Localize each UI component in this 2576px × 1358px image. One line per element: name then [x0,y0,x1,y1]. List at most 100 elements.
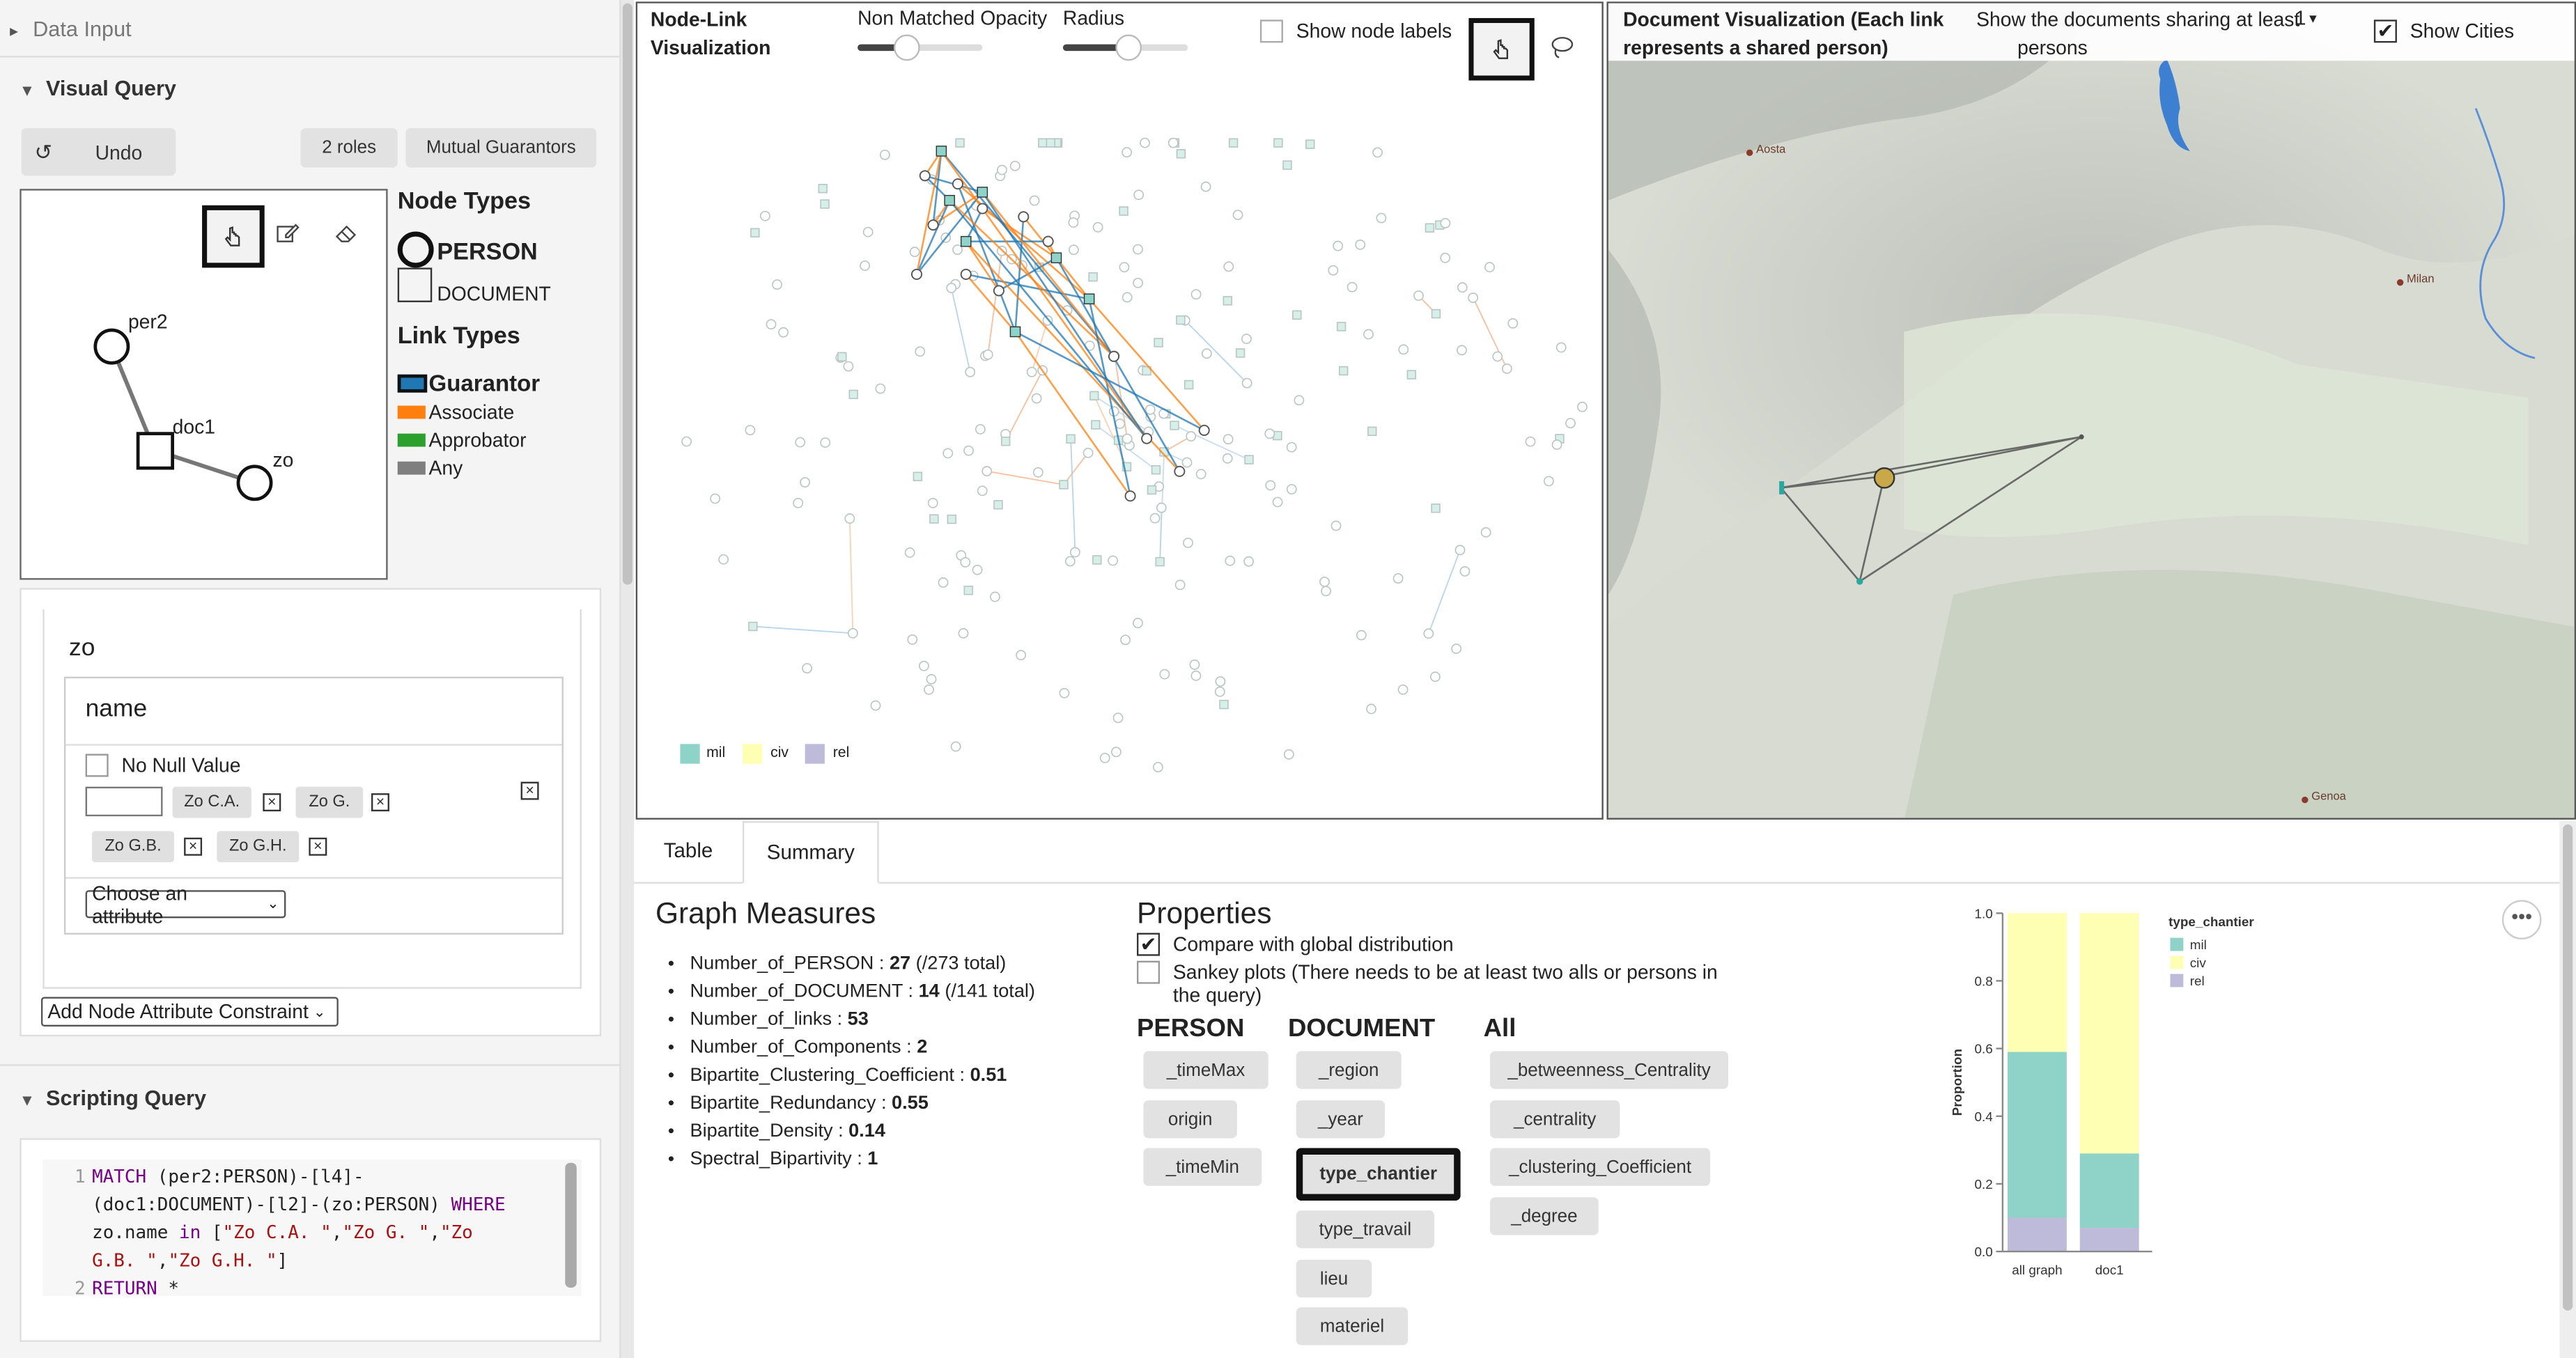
matched-document-node[interactable] [944,194,955,206]
graph-node[interactable] [972,564,983,575]
graph-node[interactable] [1282,160,1292,170]
matched-document-node[interactable] [977,187,988,198]
graph-node[interactable] [1069,547,1080,558]
prop-button[interactable]: _degree [1490,1197,1599,1235]
matched-person-node[interactable] [977,203,988,214]
graph-node[interactable] [1363,329,1374,340]
matched-person-node[interactable] [1124,490,1136,502]
graph-node[interactable] [904,547,915,558]
graph-node[interactable] [1120,634,1131,646]
graph-node[interactable] [1468,292,1479,303]
graph-node[interactable] [1459,565,1471,577]
graph-node[interactable] [843,361,854,372]
graph-node[interactable] [1088,272,1098,282]
graph-node[interactable] [1159,669,1170,680]
graph-node[interactable] [1225,555,1236,566]
graph-node[interactable] [1029,195,1040,206]
graph-node[interactable] [1032,467,1043,478]
graph-node[interactable] [1026,366,1037,377]
graph-node[interactable] [1397,684,1409,695]
query-graph[interactable]: per2 doc1 zo [22,191,387,579]
graph-node[interactable] [927,497,938,508]
graph-node[interactable] [1119,262,1130,273]
graph-node[interactable] [1068,244,1079,256]
graph-node[interactable] [1507,318,1519,329]
graph-node[interactable] [1184,380,1194,390]
graph-node[interactable] [960,556,971,568]
graph-node[interactable] [1228,138,1239,148]
graph-node[interactable] [1543,476,1554,487]
mutual-guarantors-button[interactable]: Mutual Guarantors [405,127,597,168]
graph-node[interactable] [1321,586,1331,597]
graph-node[interactable] [1219,699,1229,710]
graph-node[interactable] [1294,395,1305,406]
graph-node[interactable] [820,437,831,448]
graph-node[interactable] [1223,261,1234,272]
link-type-any[interactable]: Any [429,457,463,480]
graph-node[interactable] [1151,465,1161,475]
graph-node[interactable] [800,477,810,487]
opacity-slider[interactable] [858,34,983,61]
remove-chip-icon[interactable]: × [184,837,203,856]
graph-node[interactable] [795,437,806,448]
prop-button[interactable]: _region [1296,1051,1402,1089]
graph-node[interactable] [1000,436,1011,446]
remove-chip-icon[interactable]: × [371,793,389,812]
graph-node[interactable] [1091,420,1101,430]
graph-node[interactable] [1140,137,1150,148]
graph-node[interactable] [915,346,926,357]
matched-document-node[interactable] [1009,326,1021,338]
slider-handle[interactable] [893,34,920,61]
graph-node[interactable] [981,466,993,477]
graph-node[interactable] [1112,712,1124,724]
graph-node[interactable] [1376,212,1387,224]
graph-node[interactable] [1174,579,1186,591]
matched-person-node[interactable] [919,170,931,182]
graph-node[interactable] [870,700,881,711]
graph-node[interactable] [1059,480,1069,490]
visual-query-header[interactable]: ▾ Visual Query [23,75,644,100]
graph-node[interactable] [1108,555,1119,566]
graph-node[interactable] [1092,555,1102,565]
matched-person-node[interactable] [960,268,972,280]
graph-node[interactable] [926,673,937,685]
proportion-chart[interactable]: 0.0 0.2 0.4 0.6 0.8 1.0 Proportion all graph doc… [1942,897,2304,1291]
graph-node[interactable] [1223,296,1232,306]
bottom-scrollbar[interactable] [2559,821,2576,1358]
graph-node[interactable] [942,448,954,459]
graph-node[interactable] [958,627,969,639]
graph-node[interactable] [1066,434,1076,444]
graph-node[interactable] [907,634,918,645]
graph-node[interactable] [946,283,957,293]
graph-node[interactable] [1372,147,1383,158]
graph-node[interactable] [1186,431,1197,442]
matched-person-node[interactable] [1141,432,1153,444]
no-null-checkbox[interactable] [85,754,109,777]
link-type-associate[interactable]: Associate [429,400,515,423]
graph-node[interactable] [745,425,756,436]
node-link-graph[interactable] [637,61,1604,820]
graph-node[interactable] [1214,686,1225,697]
matched-person-node[interactable] [1174,465,1186,477]
graph-node[interactable] [1152,762,1163,773]
share-threshold-select[interactable]: 1 ▾ [2295,6,2317,29]
graph-node[interactable] [1454,545,1466,556]
graph-node[interactable] [1009,160,1021,171]
graph-node[interactable] [982,349,993,360]
graph-node[interactable] [1525,436,1536,447]
graph-node[interactable] [1423,628,1434,639]
graph-node[interactable] [977,485,988,497]
graph-node[interactable] [772,279,783,290]
prop-button[interactable]: _timeMax [1143,1051,1268,1089]
graph-node[interactable] [681,436,692,447]
graph-node[interactable] [1283,749,1294,760]
graph-node[interactable] [802,663,812,673]
map-background[interactable] [1608,3,2576,820]
graph-node[interactable] [862,226,874,237]
matched-person-node[interactable] [927,219,939,231]
value-input[interactable] [85,786,163,817]
matched-document-node[interactable] [1083,293,1095,305]
graph-node[interactable] [1200,181,1211,192]
graph-node[interactable] [847,627,858,639]
graph-node[interactable] [997,164,1007,175]
